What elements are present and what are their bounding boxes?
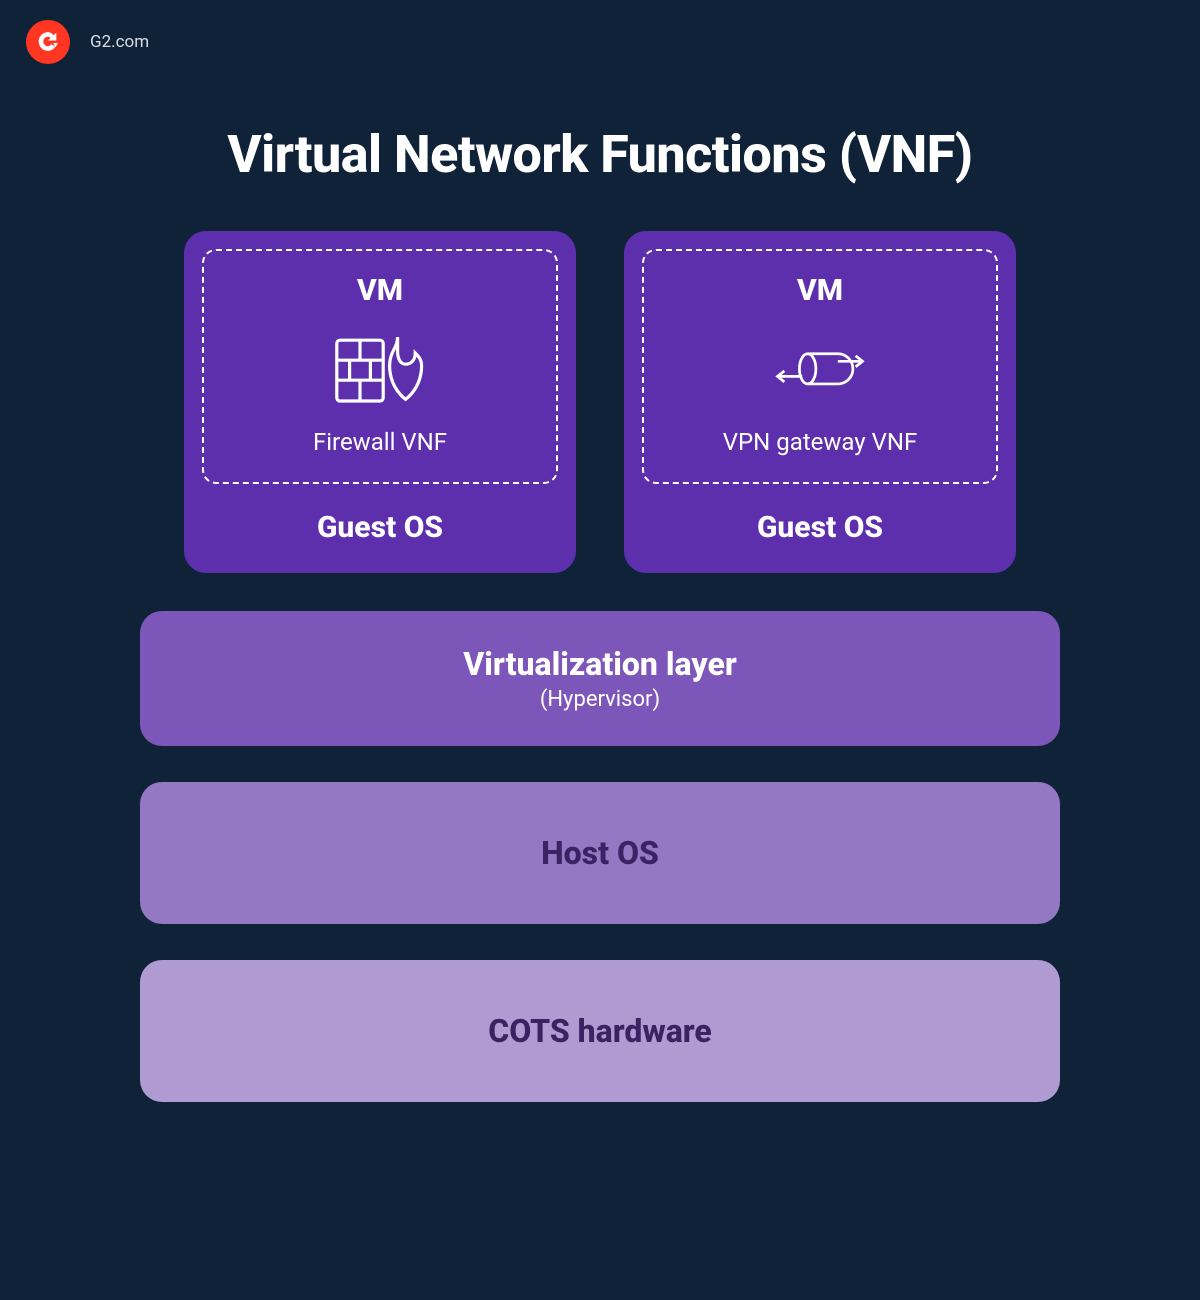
guest-os-label: Guest OS <box>757 510 883 545</box>
layer-subtitle: (Hypervisor) <box>540 687 660 712</box>
firewall-icon <box>332 328 428 410</box>
layer-virtualization: Virtualization layer (Hypervisor) <box>140 611 1060 746</box>
layer-title: COTS hardware <box>488 1012 712 1050</box>
layer-title: Host OS <box>541 834 659 872</box>
g2-logo <box>26 20 70 64</box>
vm-card-vpn: VM VPN gateway VNF Guest OS <box>624 231 1016 573</box>
layer-host-os: Host OS <box>140 782 1060 924</box>
vm-card-firewall: VM Firewall VNF Guest OS <box>184 231 576 573</box>
vm-dashed-box: VM VPN gateway VNF <box>642 249 998 484</box>
vnf-name: Firewall VNF <box>313 428 447 456</box>
vpn-gateway-icon <box>772 328 868 410</box>
vm-dashed-box: VM Firewall VNF <box>202 249 558 484</box>
layer-title: Virtualization layer <box>463 645 737 683</box>
vm-row: VM Firewall VNF Guest OS VM <box>0 231 1200 573</box>
vnf-name: VPN gateway VNF <box>723 428 918 456</box>
header: G2.com <box>0 0 1200 84</box>
layer-cots-hardware: COTS hardware <box>140 960 1060 1102</box>
diagram-title: Virtual Network Functions (VNF) <box>0 124 1200 185</box>
g2-logo-icon <box>35 29 61 55</box>
guest-os-label: Guest OS <box>317 510 443 545</box>
brand-label: G2.com <box>90 32 149 52</box>
vm-label: VM <box>357 273 403 308</box>
layer-stack: Virtualization layer (Hypervisor) Host O… <box>0 611 1200 1102</box>
vm-label: VM <box>797 273 843 308</box>
